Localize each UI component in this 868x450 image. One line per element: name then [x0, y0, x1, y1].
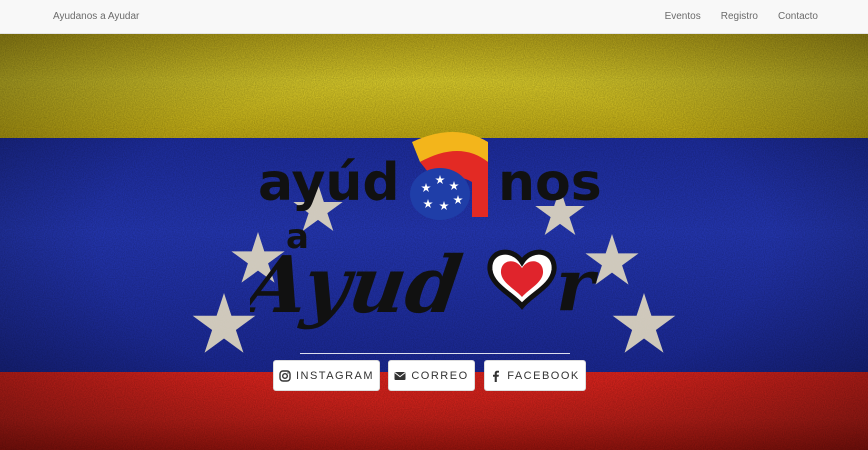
- heart-icon: [487, 249, 557, 310]
- nav-link-registro[interactable]: Registro: [721, 0, 758, 34]
- nav-link-contacto[interactable]: Contacto: [778, 0, 818, 34]
- instagram-button[interactable]: INSTAGRAM: [273, 360, 380, 391]
- logo-script-r: r: [556, 242, 599, 327]
- social-buttons: INSTAGRAM CORREO FACEBOOK: [0, 360, 868, 392]
- facebook-icon: [493, 370, 500, 382]
- nav-link-eventos[interactable]: Eventos: [665, 0, 701, 34]
- nav-links: Eventos Registro Contacto: [665, 0, 818, 34]
- correo-button[interactable]: CORREO: [388, 360, 475, 391]
- hero-divider: [300, 353, 570, 354]
- facebook-label: FACEBOOK: [507, 369, 580, 382]
- brand-link[interactable]: Ayudanos a Ayudar: [53, 0, 139, 34]
- logo-text-nos: nos: [498, 153, 602, 213]
- envelope-icon: [394, 371, 406, 380]
- ayudanos-logo: ayúd nos a Ayud r: [250, 132, 602, 331]
- correo-label: CORREO: [411, 369, 469, 382]
- instagram-icon: [279, 369, 291, 382]
- instagram-label: INSTAGRAM: [295, 369, 375, 382]
- logo-text-ayud: ayúd: [258, 153, 400, 213]
- hero-banner: ayúd nos a Ayud r INSTAGRAM CORREO FACEB…: [0, 34, 868, 450]
- logo-script-ayud: Ayud: [250, 239, 467, 331]
- logo-emblem-a: [410, 132, 488, 220]
- top-navbar: Ayudanos a Ayudar Eventos Registro Conta…: [0, 0, 868, 34]
- facebook-button[interactable]: FACEBOOK: [484, 360, 586, 391]
